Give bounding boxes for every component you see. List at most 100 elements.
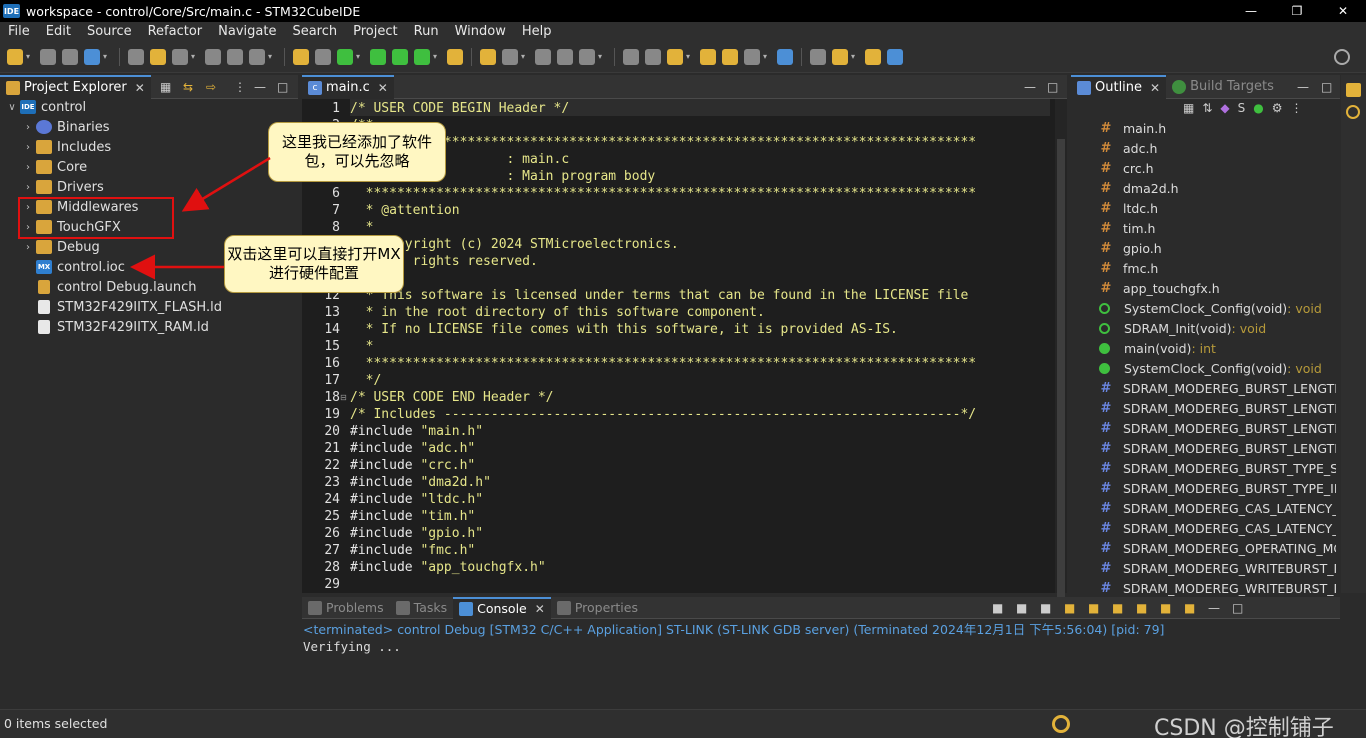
save-icon[interactable] (40, 48, 56, 65)
sort-icon[interactable]: ⇅ (1202, 101, 1212, 115)
perspective-icon[interactable] (777, 48, 793, 65)
tab-build-targets[interactable]: Build Targets (1166, 75, 1280, 99)
new-file-icon[interactable] (315, 48, 331, 65)
menu-project[interactable]: Project (345, 24, 405, 39)
chevron-down-icon[interactable]: ▾ (521, 52, 528, 61)
code-area[interactable]: /* USER CODE BEGIN Header *//** ********… (350, 99, 1053, 593)
debug-config-icon[interactable] (205, 48, 221, 65)
outline-item[interactable]: # SDRAM_MODEREG_WRITEBURST_M (1071, 558, 1336, 578)
hide-static-icon[interactable]: S (1238, 101, 1246, 115)
next-annotation-icon[interactable] (700, 48, 716, 65)
menu-refactor[interactable]: Refactor (140, 24, 211, 39)
chevron-down-icon[interactable]: ▾ (598, 52, 605, 61)
file-icon[interactable] (172, 48, 188, 65)
gear-icon[interactable]: ⚙ (1272, 101, 1283, 115)
outline-item[interactable]: # adc.h (1071, 138, 1336, 158)
link-icon[interactable] (249, 48, 265, 65)
chevron-down-icon[interactable]: ▾ (851, 52, 858, 61)
filter-icon[interactable]: ⇨ (206, 80, 216, 94)
build-icon[interactable] (84, 48, 100, 65)
outline-item[interactable]: SystemClock_Config(void) : void (1071, 358, 1336, 378)
outline-item[interactable]: # tim.h (1071, 218, 1336, 238)
tree-item[interactable]: control Debug.launch (22, 277, 197, 297)
chevron-down-icon[interactable]: ▾ (433, 52, 440, 61)
close-icon[interactable]: ✕ (378, 81, 388, 95)
prev-annotation-icon[interactable] (667, 48, 683, 65)
new-project-icon[interactable] (337, 48, 353, 65)
word-wrap-icon[interactable]: ■ (1112, 601, 1123, 615)
tree-item[interactable]: STM32F429IITX_FLASH.ld (22, 297, 222, 317)
run-icon[interactable] (392, 48, 408, 65)
tab-console[interactable]: Console ✕ (453, 596, 551, 619)
tab-main-c[interactable]: c main.c ✕ (302, 74, 394, 99)
edit-icon[interactable] (502, 48, 518, 65)
chevron-down-icon[interactable]: ▾ (26, 52, 33, 61)
chevron-down-icon[interactable]: ▾ (356, 52, 363, 61)
chevron-right-icon[interactable]: › (22, 142, 34, 153)
mark-icon[interactable] (557, 48, 573, 65)
tab-outline[interactable]: Outline ✕ (1071, 74, 1167, 99)
scroll-lock-icon[interactable]: ■ (1088, 601, 1099, 615)
restore-button[interactable]: ❐ (1274, 0, 1320, 22)
new-class-icon[interactable] (293, 48, 309, 65)
save-all-icon[interactable] (62, 48, 78, 65)
outline-item[interactable]: # SDRAM_MODEREG_WRITEBURST_M (1071, 578, 1336, 598)
collapse-all-icon[interactable]: ▦ (1183, 101, 1194, 115)
maximize-view-icon[interactable]: □ (1321, 80, 1332, 94)
chevron-down-icon[interactable]: ∨ (6, 102, 18, 113)
close-button[interactable]: ✕ (1320, 0, 1366, 22)
minimize-view-icon[interactable]: — (254, 80, 266, 94)
tab-tasks[interactable]: Tasks (390, 597, 454, 619)
outline-item[interactable]: # gpio.h (1071, 238, 1336, 258)
outline-item[interactable]: # fmc.h (1071, 258, 1336, 278)
tree-root[interactable]: ∨ IDE control (6, 97, 86, 117)
chevron-right-icon[interactable]: › (22, 122, 34, 133)
outline-item[interactable]: # crc.h (1071, 158, 1336, 178)
tree-item[interactable]: MX control.ioc (22, 257, 125, 277)
collapse-all-icon[interactable]: ▦ (160, 80, 171, 94)
properties-icon[interactable] (128, 48, 144, 65)
maximize-view-icon[interactable]: □ (1232, 601, 1243, 615)
view-menu-icon[interactable]: ⋮ (1291, 101, 1303, 115)
minimize-view-icon[interactable]: — (1208, 601, 1220, 615)
menu-help[interactable]: Help (514, 24, 560, 39)
tree-item[interactable]: STM32F429IITX_RAM.ld (22, 317, 209, 337)
menu-navigate[interactable]: Navigate (210, 24, 284, 39)
outline-item[interactable]: # SDRAM_MODEREG_BURST_LENGTH_ (1071, 378, 1336, 398)
hide-non-public-icon[interactable]: ● (1253, 101, 1263, 115)
menu-window[interactable]: Window (447, 24, 514, 39)
outline-item[interactable]: # dma2d.h (1071, 178, 1336, 198)
chevron-down-icon[interactable]: ▾ (103, 52, 110, 61)
view-menu-icon[interactable]: ⋮ (234, 80, 246, 94)
outline-item[interactable]: # ltdc.h (1071, 198, 1336, 218)
hide-fields-icon[interactable]: ◆ (1220, 101, 1229, 115)
tab-problems[interactable]: Problems (302, 597, 390, 619)
search-icon[interactable] (1346, 105, 1360, 119)
sync-icon[interactable] (1052, 715, 1070, 733)
outline-item[interactable]: # SDRAM_MODEREG_BURST_TYPE_INT (1071, 478, 1336, 498)
minimize-view-icon[interactable]: — (1024, 80, 1036, 94)
outline-item[interactable]: # SDRAM_MODEREG_BURST_TYPE_SEC (1071, 458, 1336, 478)
fold-toggle-icon[interactable]: ⊟ (340, 393, 347, 402)
terminate-icon[interactable]: ■ (992, 601, 1003, 615)
display-console-icon[interactable]: ■ (1160, 601, 1171, 615)
tree-item[interactable]: › Binaries (22, 117, 109, 137)
mx-perspective-icon[interactable] (887, 48, 903, 65)
outline-item[interactable]: SystemClock_Config(void) : void (1071, 298, 1336, 318)
chevron-down-icon[interactable]: ▾ (191, 52, 198, 61)
menu-search[interactable]: Search (284, 24, 345, 39)
debug-run-icon[interactable] (414, 48, 430, 65)
gear-icon[interactable] (227, 48, 243, 65)
editor-scrollbar[interactable] (1055, 99, 1067, 639)
clear-console-icon[interactable]: ■ (1064, 601, 1075, 615)
close-icon[interactable]: ✕ (135, 81, 145, 95)
task-list-icon[interactable] (1346, 83, 1361, 97)
tree-item[interactable]: › Includes (22, 137, 111, 157)
search-icon[interactable] (1334, 49, 1350, 65)
open-folder-icon[interactable] (447, 48, 463, 65)
chevron-right-icon[interactable]: › (22, 242, 34, 253)
outline-item[interactable]: # SDRAM_MODEREG_OPERATING_MC (1071, 538, 1336, 558)
menu-file[interactable]: File (0, 24, 38, 39)
menu-source[interactable]: Source (79, 24, 140, 39)
tab-project-explorer[interactable]: Project Explorer ✕ (0, 74, 151, 99)
